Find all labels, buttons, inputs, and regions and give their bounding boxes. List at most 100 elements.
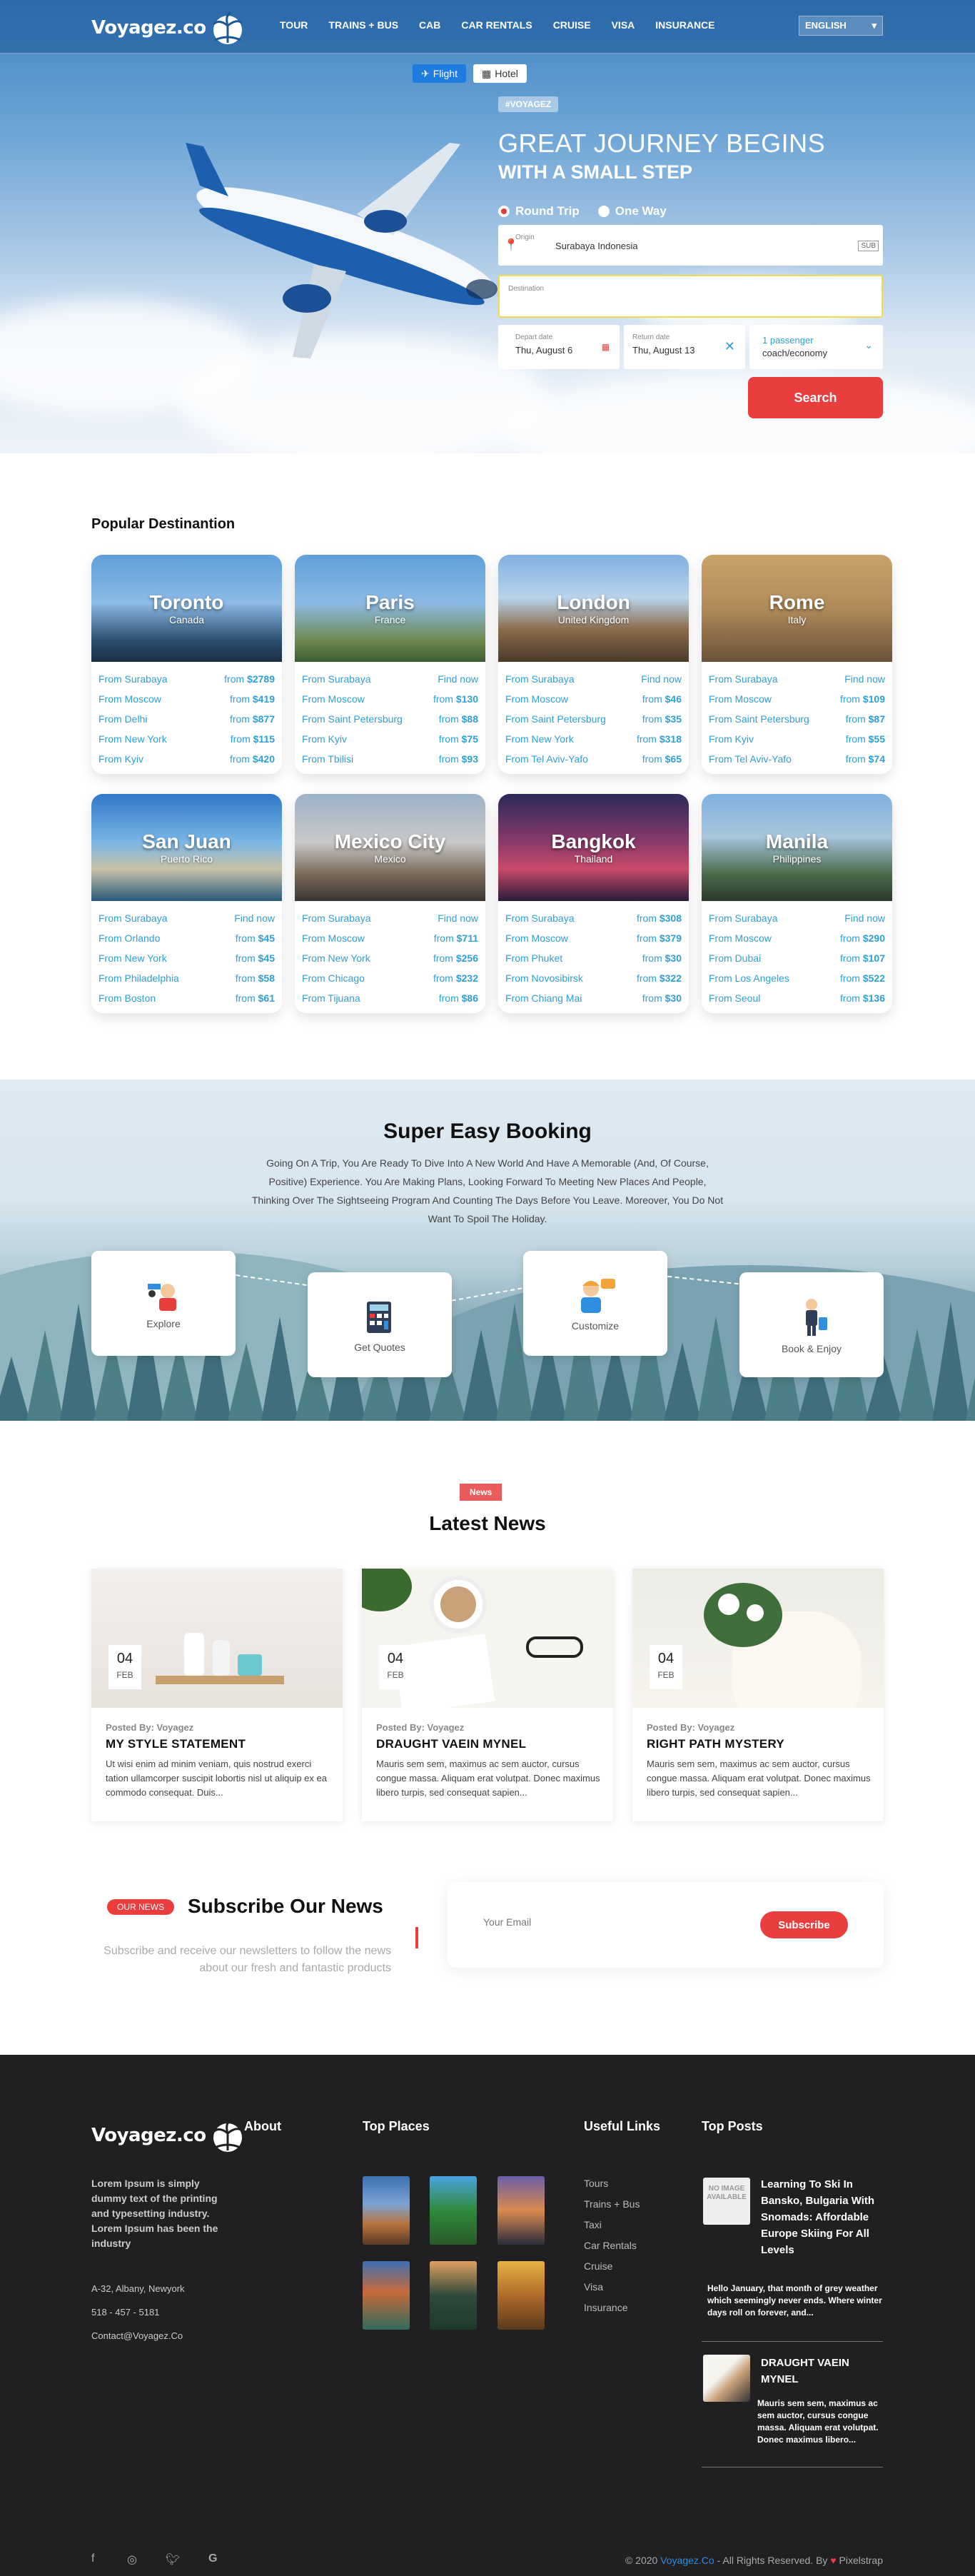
- fare-row[interactable]: From Moscow from $711: [302, 928, 478, 948]
- step-explore[interactable]: Explore: [91, 1251, 236, 1356]
- place-thumbnail[interactable]: [363, 2176, 410, 2245]
- fare-row[interactable]: From Chiang Mai from $30: [505, 988, 682, 1008]
- footer-link-tours[interactable]: Tours: [584, 2178, 608, 2189]
- nav-insurance[interactable]: INSURANCE: [655, 19, 714, 31]
- nav-car-rentals[interactable]: CAR RENTALS: [461, 19, 532, 31]
- search-button[interactable]: Search: [748, 377, 883, 418]
- footer-link-visa[interactable]: Visa: [584, 2281, 603, 2293]
- tab-hotel[interactable]: ▦ Hotel: [473, 64, 527, 83]
- fare-row[interactable]: From New York from $318: [505, 729, 682, 749]
- news-card[interactable]: 04 FEB Posted By: Voyagez RIGHT PATH MYST…: [632, 1569, 884, 1821]
- footer-link-cruise[interactable]: Cruise: [584, 2260, 612, 2272]
- fare-row[interactable]: From Kyiv from $75: [302, 729, 478, 749]
- fare-row[interactable]: From Tijuana from $86: [302, 988, 478, 1008]
- fare-row[interactable]: From New York from $256: [302, 948, 478, 968]
- news-headline[interactable]: RIGHT PATH MYSTERY: [647, 1737, 784, 1751]
- fare-row[interactable]: From Moscow from $130: [302, 689, 478, 709]
- one-way-radio[interactable]: One Way: [597, 204, 667, 218]
- fare-row[interactable]: From New York from $115: [98, 729, 275, 749]
- fare-row[interactable]: From Delhi from $877: [98, 709, 275, 729]
- tab-flight[interactable]: ✈ Flight: [413, 64, 466, 83]
- destination-card[interactable]: Rome Italy From Surabaya Find now From Mosco…: [702, 555, 892, 774]
- step-get-quotes[interactable]: Get Quotes: [308, 1272, 452, 1377]
- close-icon[interactable]: ✕: [724, 339, 735, 354]
- instagram-icon[interactable]: ◎: [127, 2552, 137, 2567]
- fare-row[interactable]: From Surabaya Find now: [709, 669, 885, 689]
- footer-link-taxi[interactable]: Taxi: [584, 2219, 602, 2230]
- fare-row[interactable]: From Surabaya Find now: [98, 908, 275, 928]
- news-card[interactable]: 04 FEB Posted By: Voyagez MY STYLE STATEM…: [91, 1569, 343, 1821]
- twitter-icon[interactable]: 🐦︎: [166, 2552, 180, 2567]
- news-headline[interactable]: MY STYLE STATEMENT: [106, 1737, 246, 1751]
- fare-row[interactable]: From Surabaya Find now: [505, 669, 682, 689]
- footer-link-insurance[interactable]: Insurance: [584, 2302, 627, 2313]
- destination-card[interactable]: Mexico City Mexico From Surabaya Find now Fr…: [295, 794, 485, 1013]
- news-headline[interactable]: DRAUGHT VAEIN MYNEL: [376, 1737, 526, 1751]
- fare-row[interactable]: From Saint Petersburg from $87: [709, 709, 885, 729]
- destination-card[interactable]: London United Kingdom From Surabaya Find no…: [498, 555, 689, 774]
- nav-tour[interactable]: TOUR: [280, 19, 308, 31]
- fare-row[interactable]: From Orlando from $45: [98, 928, 275, 948]
- footer-email[interactable]: Contact@Voyagez.Co: [91, 2330, 183, 2341]
- place-thumbnail[interactable]: [430, 2176, 477, 2245]
- nav-trains-bus[interactable]: TRAINS + BUS: [328, 19, 398, 31]
- top-post-thumbnail[interactable]: [703, 2355, 750, 2402]
- destination-card[interactable]: Bangkok Thailand From Surabaya from $308 Fro…: [498, 794, 689, 1013]
- fare-row[interactable]: From Surabaya Find now: [302, 908, 478, 928]
- origin-field[interactable]: 📍 Origin Surabaya Indonesia SUB: [498, 225, 883, 266]
- nav-cruise[interactable]: CRUISE: [553, 19, 591, 31]
- fare-row[interactable]: From Surabaya Find now: [302, 669, 478, 689]
- fare-row[interactable]: From Phuket from $30: [505, 948, 682, 968]
- fare-row[interactable]: From Surabaya from $2789: [98, 669, 275, 689]
- destination-card[interactable]: Toronto Canada From Surabaya from $2789 From…: [91, 555, 282, 774]
- google-icon[interactable]: G: [208, 2552, 217, 2565]
- fare-row[interactable]: From Seoul from $136: [709, 988, 885, 1008]
- top-post-title[interactable]: DRAUGHT VAEIN MYNEL: [761, 2355, 884, 2388]
- footer-logo[interactable]: Voyagez.co: [91, 2118, 245, 2153]
- place-thumbnail[interactable]: [363, 2261, 410, 2330]
- fare-row[interactable]: From Dubai from $107: [709, 948, 885, 968]
- place-thumbnail[interactable]: [497, 2176, 545, 2245]
- destination-field[interactable]: Destination: [498, 275, 883, 318]
- fare-row[interactable]: From Moscow from $109: [709, 689, 885, 709]
- fare-row[interactable]: From Tbilisi from $93: [302, 749, 478, 769]
- fare-row[interactable]: From New York from $45: [98, 948, 275, 968]
- fare-row[interactable]: From Moscow from $46: [505, 689, 682, 709]
- fare-row[interactable]: From Los Angeles from $522: [709, 968, 885, 988]
- fare-row[interactable]: From Tel Aviv-Yafo from $65: [505, 749, 682, 769]
- site-logo[interactable]: Voyagez.co: [91, 10, 245, 46]
- step-customize[interactable]: Customize: [523, 1251, 667, 1356]
- place-thumbnail[interactable]: [430, 2261, 477, 2330]
- fare-row[interactable]: From Surabaya Find now: [709, 908, 885, 928]
- footer-link-trains-bus[interactable]: Trains + Bus: [584, 2198, 640, 2210]
- fare-row[interactable]: From Novosibirsk from $322: [505, 968, 682, 988]
- destination-card[interactable]: Manila Philippines From Surabaya Find now Fr…: [702, 794, 892, 1013]
- fare-row[interactable]: From Philadelphia from $58: [98, 968, 275, 988]
- top-post-title[interactable]: Learning To Ski In Bansko, Bulgaria With…: [761, 2176, 884, 2258]
- nav-visa[interactable]: VISA: [612, 19, 635, 31]
- language-select[interactable]: ENGLISH ▾: [799, 16, 883, 36]
- fare-row[interactable]: From Moscow from $379: [505, 928, 682, 948]
- footer-link-car-rentals[interactable]: Car Rentals: [584, 2240, 637, 2251]
- fare-row[interactable]: From Kyiv from $420: [98, 749, 275, 769]
- news-card[interactable]: 04 FEB Posted By: Voyagez DRAUGHT VAEIN M…: [362, 1569, 613, 1821]
- destination-card[interactable]: Paris France From Surabaya Find now From Mos…: [295, 555, 485, 774]
- fare-row[interactable]: From Chicago from $232: [302, 968, 478, 988]
- step-book-enjoy[interactable]: Book & Enjoy: [739, 1272, 884, 1377]
- fare-row[interactable]: From Saint Petersburg from $88: [302, 709, 478, 729]
- fare-row[interactable]: From Saint Petersburg from $35: [505, 709, 682, 729]
- fare-row[interactable]: From Boston from $61: [98, 988, 275, 1008]
- fare-row[interactable]: From Moscow from $290: [709, 928, 885, 948]
- fare-row[interactable]: From Tel Aviv-Yafo from $74: [709, 749, 885, 769]
- fare-row[interactable]: From Surabaya from $308: [505, 908, 682, 928]
- fare-row[interactable]: From Kyiv from $55: [709, 729, 885, 749]
- copyright-author[interactable]: Pixelstrap: [837, 2555, 883, 2566]
- nav-cab[interactable]: CAB: [419, 19, 440, 31]
- depart-date-field[interactable]: Depart date Thu, August 6 ▦: [498, 325, 620, 369]
- copyright-brand-link[interactable]: Voyagez.Co: [660, 2555, 714, 2566]
- destination-card[interactable]: San Juan Puerto Rico From Surabaya Find now…: [91, 794, 282, 1013]
- place-thumbnail[interactable]: [497, 2261, 545, 2330]
- round-trip-radio[interactable]: Round Trip: [498, 204, 580, 218]
- facebook-icon[interactable]: f: [91, 2552, 94, 2565]
- email-input[interactable]: [483, 1916, 740, 1928]
